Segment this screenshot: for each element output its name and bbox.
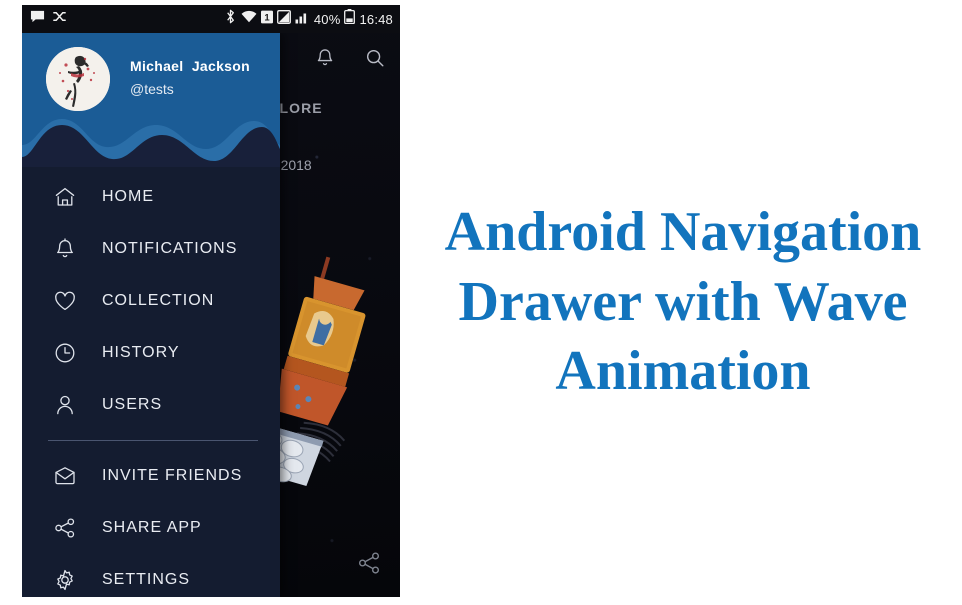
menu-label: USERS (102, 396, 163, 413)
svg-text:1: 1 (264, 12, 270, 23)
status-right-icons: 1 40% 16:48 (224, 9, 393, 29)
profile-text: Michael Jackson @tests (130, 58, 250, 101)
status-left-icons (30, 9, 67, 29)
message-icon (30, 9, 45, 29)
gear-icon (50, 565, 80, 595)
bluetooth-icon (224, 9, 237, 29)
menu-label: NOTIFICATIONS (102, 240, 238, 257)
menu-item-invite-friends[interactable]: INVITE FRIENDS (22, 450, 280, 502)
menu-item-history[interactable]: HISTORY (22, 327, 280, 379)
do-not-disturb-icon (276, 9, 291, 29)
menu-item-collection[interactable]: COLLECTION (22, 275, 280, 327)
bell-icon[interactable] (314, 47, 336, 74)
share-fab[interactable] (356, 550, 382, 581)
avatar[interactable] (46, 47, 110, 111)
wifi-icon (241, 9, 257, 29)
battery-icon (344, 9, 356, 29)
profile-block[interactable]: Michael Jackson @tests (22, 33, 280, 111)
home-icon (50, 182, 80, 212)
menu-label: SHARE APP (102, 519, 202, 536)
menu-item-home[interactable]: HOME (22, 171, 280, 223)
person-icon (50, 390, 80, 420)
menu-item-notifications[interactable]: NOTIFICATIONS (22, 223, 280, 275)
share-icon (50, 513, 80, 543)
page-title: Android Navigation Drawer with Wave Anim… (444, 201, 922, 403)
phone-screenshot: PLORE Mar 11, 2018 (22, 5, 400, 597)
wave-animation (22, 119, 280, 167)
menu-label: HISTORY (102, 344, 180, 361)
menu-label: HOME (102, 188, 154, 205)
drawer-header: Michael Jackson @tests (22, 33, 280, 167)
menu-divider (48, 440, 258, 441)
menu-item-users[interactable]: USERS (22, 379, 280, 431)
android-status-bar: 1 40% 16:48 (22, 5, 400, 33)
profile-handle: @tests (130, 80, 174, 97)
bell-icon (50, 234, 80, 264)
menu-item-share-app[interactable]: SHARE APP (22, 502, 280, 554)
envelope-icon (50, 461, 80, 491)
shuffle-icon (52, 9, 67, 29)
profile-name: Michael Jackson (130, 57, 250, 74)
menu-label: SETTINGS (102, 571, 191, 588)
sim-icon: 1 (260, 10, 273, 29)
menu-label: INVITE FRIENDS (102, 467, 243, 484)
navigation-drawer: Michael Jackson @tests HOME NOTIFICATION… (22, 33, 280, 597)
heart-icon (50, 286, 80, 316)
battery-percent: 40% (313, 11, 341, 27)
search-icon[interactable] (364, 47, 386, 74)
menu-label: COLLECTION (102, 292, 215, 309)
status-clock: 16:48 (359, 11, 393, 27)
drawer-menu: HOME NOTIFICATIONS COLLECTION HISTORY US… (22, 165, 280, 597)
clock-icon (50, 338, 80, 368)
menu-item-settings[interactable]: SETTINGS (22, 554, 280, 597)
screenshot-canvas: PLORE Mar 11, 2018 (0, 0, 962, 605)
title-panel: Android Navigation Drawer with Wave Anim… (404, 0, 962, 605)
signal-icon (295, 10, 310, 29)
